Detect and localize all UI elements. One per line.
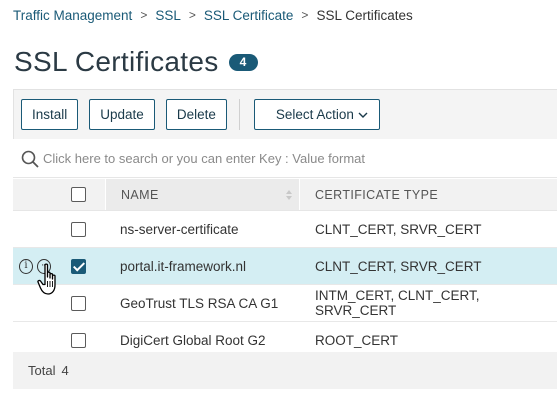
table-footer: Total 4	[13, 352, 557, 389]
column-header-name[interactable]: NAME	[105, 179, 300, 210]
total-label: Total	[28, 363, 56, 378]
column-header-certificate-type[interactable]: CERTIFICATE TYPE	[300, 179, 557, 210]
chevron-right-icon: >	[188, 8, 196, 22]
select-all-checkbox[interactable]	[70, 187, 86, 202]
cell-certificate-type: CLNT_CERT, SRVR_CERT	[315, 221, 482, 237]
cell-name: ns-server-certificate	[120, 221, 239, 237]
cell-name: portal.it-framework.nl	[120, 258, 247, 274]
search-bar	[13, 140, 557, 178]
certificates-table: NAME CERTIFICATE TYPE ns-server-certific…	[13, 179, 557, 359]
row-checkbox[interactable]	[70, 295, 86, 311]
count-badge: 4	[228, 53, 258, 71]
page-title: SSL Certificates	[14, 46, 219, 77]
select-action-dropdown[interactable]: Select Action	[253, 99, 380, 130]
search-input[interactable]	[43, 151, 523, 166]
cell-certificate-type: INTM_CERT, CLNT_CERT, SRVR_CERT	[315, 288, 480, 318]
row-checkbox[interactable]	[70, 332, 86, 348]
column-header-type-label: CERTIFICATE TYPE	[315, 187, 439, 202]
row-checkbox[interactable]	[70, 221, 86, 237]
update-button[interactable]: Update	[89, 99, 155, 130]
search-icon	[21, 150, 39, 168]
info-icon[interactable]: i	[19, 258, 33, 274]
row-checkbox-checked[interactable]	[70, 258, 86, 274]
breadcrumb-link-ssl[interactable]: SSL	[155, 8, 181, 23]
install-button[interactable]: Install	[21, 99, 79, 130]
chevron-right-icon: >	[301, 8, 309, 22]
toolbar-divider	[238, 99, 240, 130]
table-row[interactable]: GeoTrust TLS RSA CA G1 INTM_CERT, CLNT_C…	[13, 285, 557, 322]
row-actions-cell	[13, 211, 51, 247]
hand-cursor-icon	[37, 263, 56, 295]
breadcrumb-current: SSL Certificates	[316, 7, 413, 23]
table-header: NAME CERTIFICATE TYPE	[13, 179, 557, 211]
column-header-name-label: NAME	[121, 187, 159, 202]
table-row[interactable]: ns-server-certificate CLNT_CERT, SRVR_CE…	[13, 211, 557, 248]
breadcrumb: Traffic Management > SSL > SSL Certifica…	[13, 7, 413, 23]
delete-button[interactable]: Delete	[165, 99, 227, 130]
cell-name: GeoTrust TLS RSA CA G1	[120, 295, 279, 311]
toolbar: Install Update Delete Select Action	[13, 89, 557, 139]
page-header: SSL Certificates 4	[14, 44, 258, 80]
table-row-selected[interactable]: i ··· portal.it-framework.nl CLNT_CERT, …	[13, 248, 557, 285]
header-checkbox-cell	[51, 179, 105, 210]
row-checkbox-cell	[51, 211, 105, 247]
sort-icon	[286, 189, 292, 200]
header-actions-cell	[13, 179, 51, 210]
chevron-down-icon	[358, 112, 368, 118]
chevron-right-icon: >	[140, 8, 148, 22]
total-count: 4	[61, 363, 69, 378]
cell-certificate-type: CLNT_CERT, SRVR_CERT	[315, 258, 482, 274]
breadcrumb-link-traffic-management[interactable]: Traffic Management	[13, 8, 132, 23]
select-action-label: Select Action	[275, 107, 354, 122]
breadcrumb-link-ssl-certificate[interactable]: SSL Certificate	[204, 8, 294, 23]
